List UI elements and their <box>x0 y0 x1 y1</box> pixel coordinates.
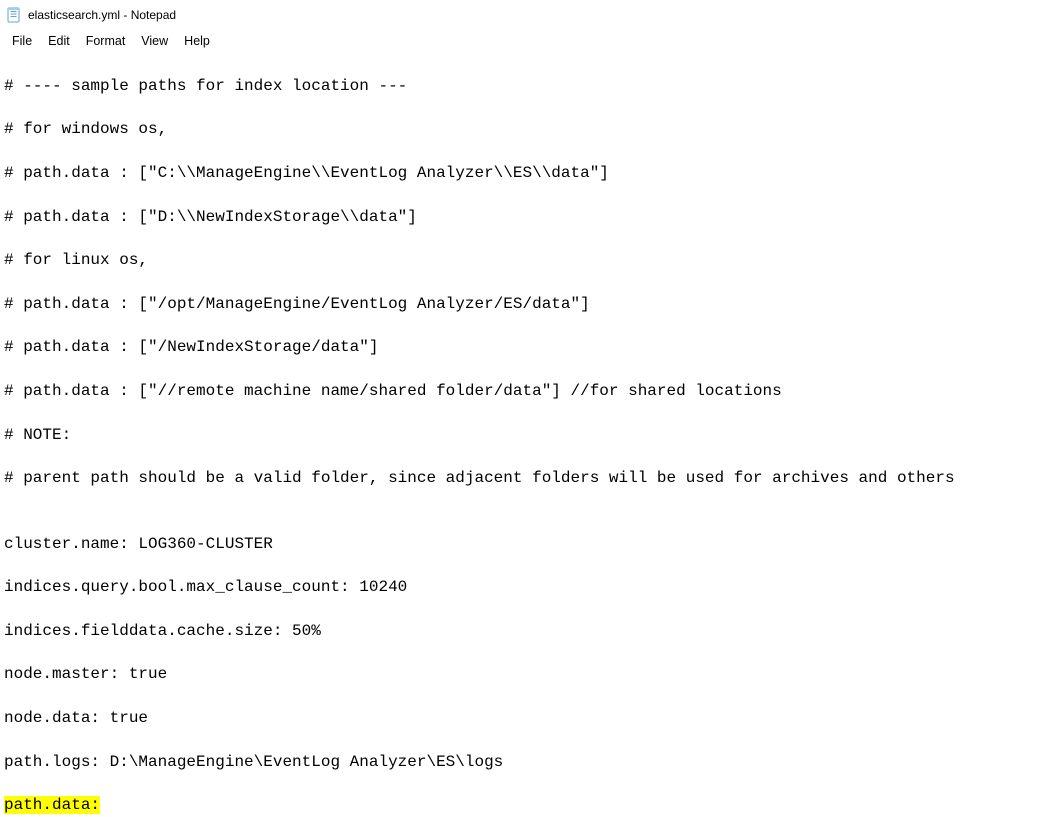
line: # path.data : ["/NewIndexStorage/data"] <box>4 337 1058 359</box>
menu-view[interactable]: View <box>133 32 176 50</box>
line: indices.fielddata.cache.size: 50% <box>4 621 1058 643</box>
notepad-icon <box>6 7 22 23</box>
line: # parent path should be a valid folder, … <box>4 468 1058 490</box>
menu-help[interactable]: Help <box>176 32 218 50</box>
menu-file[interactable]: File <box>4 32 40 50</box>
line: path.logs: D:\ManageEngine\EventLog Anal… <box>4 752 1058 774</box>
highlighted-line: path.data: <box>4 795 1058 817</box>
line: # path.data : ["/opt/ManageEngine/EventL… <box>4 294 1058 316</box>
titlebar: elasticsearch.yml - Notepad <box>0 0 1062 30</box>
line: # NOTE: <box>4 425 1058 447</box>
line: # for linux os, <box>4 250 1058 272</box>
highlighted-text: path.data: <box>4 796 100 814</box>
line: # path.data : ["//remote machine name/sh… <box>4 381 1058 403</box>
line: # path.data : ["D:\\NewIndexStorage\\dat… <box>4 207 1058 229</box>
line: # path.data : ["C:\\ManageEngine\\EventL… <box>4 163 1058 185</box>
line: # ---- sample paths for index location -… <box>4 76 1058 98</box>
window-title: elasticsearch.yml - Notepad <box>28 8 176 22</box>
menu-edit[interactable]: Edit <box>40 32 78 50</box>
line: # for windows os, <box>4 119 1058 141</box>
menubar: File Edit Format View Help <box>0 30 1062 52</box>
line: cluster.name: LOG360-CLUSTER <box>4 534 1058 556</box>
line: node.master: true <box>4 664 1058 686</box>
line: node.data: true <box>4 708 1058 730</box>
line: indices.query.bool.max_clause_count: 102… <box>4 577 1058 599</box>
menu-format[interactable]: Format <box>78 32 134 50</box>
text-editor-area[interactable]: # ---- sample paths for index location -… <box>0 52 1062 817</box>
